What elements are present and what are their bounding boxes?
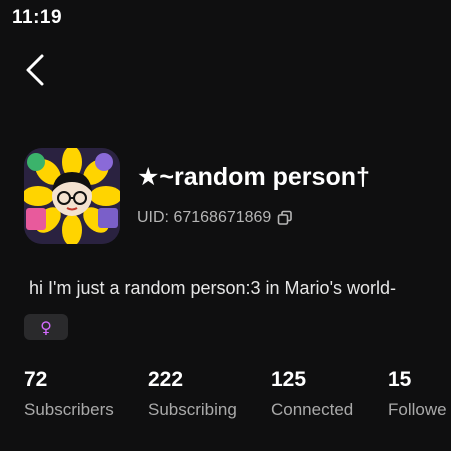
- avatar-image: [24, 148, 120, 244]
- copy-icon[interactable]: [277, 210, 293, 226]
- stat-value: 72: [24, 368, 48, 391]
- uid-row: UID: 67168671869: [137, 209, 293, 227]
- uid-text: UID: 67168671869: [137, 209, 272, 226]
- chevron-left-icon: [26, 54, 44, 86]
- stat-label: Connected: [271, 400, 354, 419]
- stat-followers[interactable]: 15 Followe: [388, 368, 447, 420]
- stat-connected[interactable]: 125 Connected: [271, 368, 353, 420]
- profile-name: ★~random person†: [137, 163, 370, 191]
- stat-label: Subscribers: [24, 400, 114, 419]
- gender-badge: ♀: [24, 314, 68, 340]
- stat-value: 222: [148, 368, 184, 391]
- stat-label: Followe: [388, 400, 447, 419]
- stat-subscribing[interactable]: 222 Subscribing: [148, 368, 237, 420]
- female-icon: ♀: [40, 317, 52, 337]
- profile-bio: hi I'm just a random person:3 in Mario's…: [29, 278, 397, 298]
- stat-label: Subscribing: [148, 400, 237, 419]
- stat-value: 15: [388, 368, 412, 391]
- back-button[interactable]: [20, 50, 56, 90]
- status-bar-time: 11:19: [12, 7, 63, 28]
- stat-subscribers[interactable]: 72 Subscribers: [24, 368, 114, 420]
- stat-value: 125: [271, 368, 307, 391]
- avatar[interactable]: [24, 148, 120, 244]
